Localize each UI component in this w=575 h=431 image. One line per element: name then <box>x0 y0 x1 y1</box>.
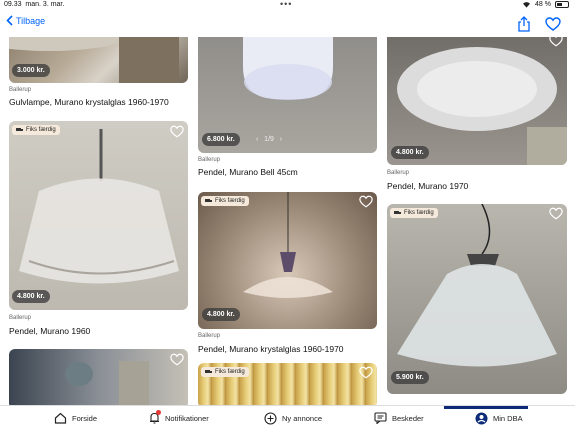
price-badge: 6.800 kr. <box>202 133 240 146</box>
lamp-photo <box>65 361 149 405</box>
back-label: Tilbage <box>16 15 46 26</box>
fiks-faerdig-badge: Fiks færdig <box>201 196 249 206</box>
wifi-icon <box>523 2 531 8</box>
chevron-left-icon <box>6 15 13 26</box>
listing-card[interactable]: Fiks færdig 4.800 kr. Ballerup Pendel, M… <box>0 121 190 341</box>
truck-icon <box>205 199 212 202</box>
fiks-faerdig-badge: Fiks færdig <box>201 367 249 377</box>
listing-card[interactable]: 3.000 kr. Ballerup Gulvlampe, Murano kry… <box>0 37 190 112</box>
listing-location: Ballerup <box>387 170 410 176</box>
truck-icon <box>394 211 401 214</box>
listing-title: Pendel, Murano Bell 45cm <box>198 167 298 177</box>
listing-card[interactable]: 6.800 kr. ‹ 1/9 › Ballerup Pendel, Muran… <box>190 37 380 182</box>
status-time: 09.33 man. 3. mar. <box>4 1 65 8</box>
bottom-tab-bar: Forside Notifikationer Ny annonce Besked… <box>0 405 575 431</box>
listing-title: Pendel, Murano 1960 <box>9 326 91 336</box>
price-badge: 5.900 kr. <box>391 371 429 384</box>
favorite-heart-icon[interactable] <box>170 125 184 138</box>
profile-icon <box>475 412 488 425</box>
favorite-heart-icon[interactable] <box>170 353 184 366</box>
truck-icon <box>16 128 23 131</box>
favorite-heart-icon[interactable] <box>549 207 563 220</box>
truck-icon <box>205 370 212 373</box>
tab-ny-annonce[interactable]: Ny annonce <box>264 412 322 425</box>
listing-card[interactable]: Fiks færdig 4.800 kr. Ballerup Pendel, M… <box>190 192 380 357</box>
chat-icon <box>374 412 387 424</box>
listing-card[interactable]: Fiks færdig 5.900 kr. <box>380 204 575 404</box>
plus-circle-icon <box>264 412 277 425</box>
listing-title: Pendel, Murano 1970 <box>387 181 469 191</box>
share-icon[interactable] <box>517 16 531 32</box>
price-badge: 4.800 kr. <box>391 146 429 159</box>
listing-card[interactable]: 4.800 kr. Ballerup Pendel, Murano 1970 <box>380 37 575 197</box>
tab-notifikationer[interactable]: Notifikationer <box>149 410 209 424</box>
listing-location: Ballerup <box>198 333 221 339</box>
tab-label: Min DBA <box>493 414 523 423</box>
price-badge: 3.000 kr. <box>12 64 50 77</box>
image-pager: ‹ 1/9 › <box>256 136 283 143</box>
back-button[interactable]: Tilbage <box>6 15 45 26</box>
tab-label: Beskeder <box>392 413 424 423</box>
active-tab-indicator <box>444 406 528 409</box>
listing-location: Ballerup <box>198 157 221 163</box>
listing-title: Gulvlampe, Murano krystalglas 1960-1970 <box>9 97 169 107</box>
fiks-faerdig-badge: Fiks færdig <box>12 125 60 135</box>
tab-label: Forside <box>72 413 98 423</box>
listing-image[interactable] <box>9 349 188 405</box>
favorite-heart-icon[interactable] <box>549 37 563 47</box>
listing-location: Ballerup <box>9 315 32 321</box>
status-bar: 09.33 man. 3. mar. ••• 48 % <box>0 0 575 11</box>
price-badge: 4.800 kr. <box>202 308 240 321</box>
favorite-heart-icon[interactable] <box>545 17 561 31</box>
battery-percent: 48 % <box>535 1 551 8</box>
lamp-photo <box>397 204 557 367</box>
home-icon <box>54 412 67 424</box>
listing-location: Ballerup <box>9 87 32 93</box>
multitask-dots-icon[interactable]: ••• <box>280 0 292 9</box>
listing-title: Pendel, Murano krystalglas 1960-1970 <box>198 344 344 354</box>
listing-card[interactable] <box>0 349 190 405</box>
tab-label: Notifikationer <box>165 413 209 423</box>
favorite-heart-icon[interactable] <box>359 366 373 379</box>
tab-beskeder[interactable]: Beskeder <box>374 412 424 424</box>
listing-feed[interactable]: 3.000 kr. Ballerup Gulvlampe, Murano kry… <box>0 37 575 405</box>
status-right: 48 % <box>522 1 569 8</box>
price-badge: 4.800 kr. <box>12 290 50 303</box>
listing-image[interactable] <box>9 121 188 310</box>
tab-forside[interactable]: Forside <box>54 412 97 424</box>
favorite-heart-icon[interactable] <box>359 195 373 208</box>
lamp-photo <box>19 129 179 284</box>
tab-min-dba[interactable]: Min DBA <box>475 412 523 425</box>
tab-label: Ny annonce <box>282 414 323 423</box>
listing-image[interactable] <box>387 204 567 394</box>
bell-icon-wrap <box>149 410 161 424</box>
battery-icon <box>555 1 569 8</box>
fiks-faerdig-badge: Fiks færdig <box>390 208 438 218</box>
nav-bar: Tilbage <box>0 11 575 37</box>
listing-card[interactable]: Fiks færdig <box>190 363 380 405</box>
notification-badge <box>156 410 161 415</box>
